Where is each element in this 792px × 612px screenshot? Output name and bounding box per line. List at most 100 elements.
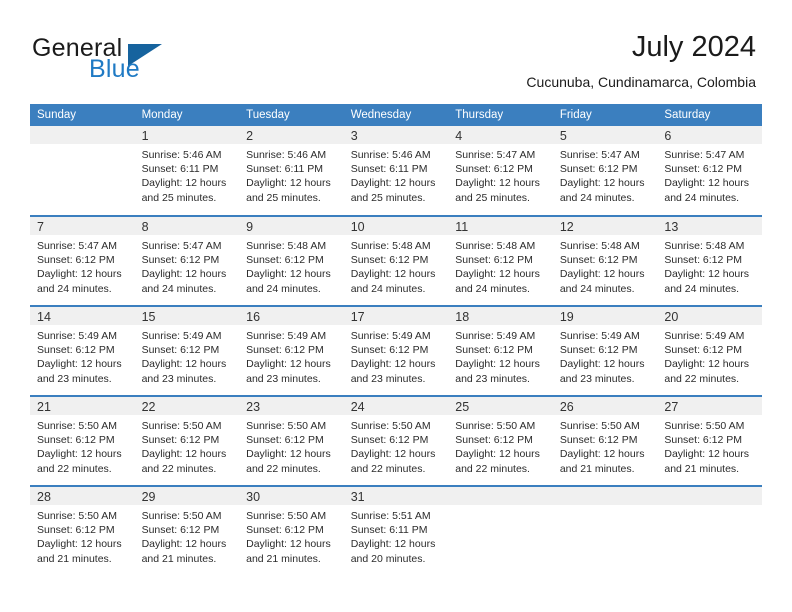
day-number: 1	[141, 129, 149, 143]
daylight-text-cont: and 22 minutes.	[141, 462, 217, 475]
calendar-day-cell[interactable]: 23 Sunrise: 5:50 AM Sunset: 6:12 PM Dayligh…	[239, 395, 344, 486]
daylight-text: Daylight: 12 hours	[664, 177, 750, 190]
sunset-text: Sunset: 6:12 PM	[559, 163, 638, 176]
calendar-day-cell[interactable]: 8 Sunrise: 5:47 AM Sunset: 6:12 PM Daylight…	[134, 215, 240, 306]
day-detail-lines: Sunrise: 5:48 AM Sunset: 6:12 PM Daylight:…	[239, 235, 344, 296]
calendar-day-cell[interactable]: 3 Sunrise: 5:46 AM Sunset: 6:11 PM Daylight…	[343, 126, 449, 216]
daylight-text-cont: and 24 minutes.	[664, 282, 740, 295]
day-detail-lines: Sunrise: 5:46 AM Sunset: 6:11 PM Daylight:…	[135, 144, 240, 205]
sunset-text: Sunset: 6:12 PM	[455, 163, 533, 176]
calendar-body: 1 Sunrise: 5:46 AM Sunset: 6:11 PM Daylight…	[30, 126, 762, 576]
daylight-text-cont: and 23 minutes.	[559, 372, 635, 385]
calendar-day-cell[interactable]: 24 Sunrise: 5:50 AM Sunset: 6:12 PM Dayligh…	[343, 395, 449, 486]
sunrise-text: Sunrise: 5:50 AM	[37, 420, 117, 432]
sunrise-text: Sunrise: 5:49 AM	[246, 330, 327, 342]
calendar-day-cell[interactable]: 21 Sunrise: 5:50 AM Sunset: 6:12 PM Dayligh…	[30, 395, 135, 486]
calendar-day-cell[interactable]: 18 Sunrise: 5:49 AM Sunset: 6:12 PM Dayligh…	[448, 305, 553, 396]
sunset-text: Sunset: 6:11 PM	[141, 163, 219, 176]
calendar-day-cell[interactable]: 7 Sunrise: 5:47 AM Sunset: 6:12 PM Daylight…	[30, 215, 135, 306]
sunset-text: Sunset: 6:12 PM	[559, 434, 638, 447]
day-detail-lines: Sunrise: 5:46 AM Sunset: 6:11 PM Daylight:…	[344, 144, 449, 205]
day-number-band: 30	[239, 487, 344, 505]
sunrise-text: Sunrise: 5:49 AM	[350, 330, 431, 342]
sunrise-text: Sunrise: 5:50 AM	[559, 420, 640, 432]
daylight-text: Daylight: 12 hours	[141, 268, 227, 281]
day-number: 26	[559, 400, 574, 414]
day-number-band: 22	[134, 397, 240, 415]
daylight-text: Daylight: 12 hours	[559, 268, 645, 281]
calendar-day-cell[interactable]: 26 Sunrise: 5:50 AM Sunset: 6:12 PM Dayligh…	[552, 395, 658, 486]
calendar-day-cell[interactable]: 6 Sunrise: 5:47 AM Sunset: 6:12 PM Daylight…	[657, 126, 762, 216]
calendar-day-cell[interactable]: 28 Sunrise: 5:50 AM Sunset: 6:12 PM Dayligh…	[30, 485, 135, 576]
day-detail-lines: Sunrise: 5:47 AM Sunset: 6:12 PM Daylight:…	[30, 235, 135, 296]
day-detail-lines: Sunrise: 5:47 AM Sunset: 6:12 PM Daylight:…	[135, 235, 240, 296]
day-number: 9	[246, 220, 254, 234]
sunrise-text: Sunrise: 5:46 AM	[350, 149, 431, 161]
day-number-band: 10	[343, 217, 449, 235]
weekday-header-row: Sunday Monday Tuesday Wednesday Thursday…	[30, 104, 762, 126]
daylight-text-cont: and 24 minutes.	[350, 282, 426, 295]
calendar-day-cell[interactable]: 29 Sunrise: 5:50 AM Sunset: 6:12 PM Dayligh…	[134, 485, 240, 576]
calendar-day-cell[interactable]: 27 Sunrise: 5:50 AM Sunset: 6:12 PM Dayligh…	[657, 395, 762, 486]
sunset-text: Sunset: 6:12 PM	[350, 434, 429, 447]
calendar-day-cell[interactable]: 10 Sunrise: 5:48 AM Sunset: 6:12 PM Dayligh…	[343, 215, 449, 306]
general-blue-logo[interactable]: General Blue	[32, 34, 262, 86]
calendar-day-cell[interactable]: 22 Sunrise: 5:50 AM Sunset: 6:12 PM Dayligh…	[134, 395, 240, 486]
day-number-band: 28	[30, 487, 135, 505]
calendar-day-cell[interactable]: 4 Sunrise: 5:47 AM Sunset: 6:12 PM Daylight…	[448, 126, 553, 216]
calendar-day-cell[interactable]: 1 Sunrise: 5:46 AM Sunset: 6:11 PM Daylight…	[134, 126, 240, 216]
sunset-text: Sunset: 6:12 PM	[455, 344, 533, 357]
page-title: July 2024	[631, 31, 756, 63]
calendar-day-cell[interactable]: 11 Sunrise: 5:48 AM Sunset: 6:12 PM Dayligh…	[448, 215, 553, 306]
daylight-text-cont: and 20 minutes.	[350, 552, 426, 565]
day-number-band: 21	[30, 397, 135, 415]
calendar-day-cell[interactable]: 25 Sunrise: 5:50 AM Sunset: 6:12 PM Dayligh…	[448, 395, 553, 486]
calendar-day-cell[interactable]: 19 Sunrise: 5:49 AM Sunset: 6:12 PM Dayligh…	[552, 305, 658, 396]
calendar-day-cell[interactable]: 5 Sunrise: 5:47 AM Sunset: 6:12 PM Daylight…	[552, 126, 658, 216]
day-detail-lines: Sunrise: 5:49 AM Sunset: 6:12 PM Daylight:…	[448, 325, 553, 386]
calendar-day-cell[interactable]: 16 Sunrise: 5:49 AM Sunset: 6:12 PM Dayligh…	[239, 305, 344, 396]
day-detail-lines: Sunrise: 5:49 AM Sunset: 6:12 PM Daylight:…	[657, 325, 762, 386]
day-number: 31	[350, 490, 365, 504]
day-number: 28	[37, 490, 51, 504]
calendar-week-row: 1 Sunrise: 5:46 AM Sunset: 6:11 PM Daylight…	[30, 126, 762, 216]
daylight-text: Daylight: 12 hours	[350, 538, 436, 551]
day-detail-lines: Sunrise: 5:48 AM Sunset: 6:12 PM Daylight:…	[553, 235, 658, 296]
daylight-text-cont: and 24 minutes.	[455, 282, 530, 295]
day-detail-lines: Sunrise: 5:48 AM Sunset: 6:12 PM Daylight:…	[657, 235, 762, 296]
day-detail-lines	[448, 505, 553, 509]
calendar-day-cell[interactable]: 20 Sunrise: 5:49 AM Sunset: 6:12 PM Dayligh…	[657, 305, 762, 396]
day-number: 30	[246, 490, 261, 504]
calendar-day-cell[interactable]: 13 Sunrise: 5:48 AM Sunset: 6:12 PM Dayligh…	[657, 215, 762, 306]
day-detail-lines: Sunrise: 5:50 AM Sunset: 6:12 PM Daylight:…	[135, 415, 240, 476]
day-number-band: 19	[552, 307, 658, 325]
sunset-text: Sunset: 6:12 PM	[246, 524, 324, 537]
daylight-text-cont: and 22 minutes.	[350, 462, 426, 475]
daylight-text: Daylight: 12 hours	[350, 177, 436, 190]
calendar-day-cell[interactable]: 12 Sunrise: 5:48 AM Sunset: 6:12 PM Dayligh…	[552, 215, 658, 306]
calendar-day-cell[interactable]: 14 Sunrise: 5:49 AM Sunset: 6:12 PM Dayligh…	[30, 305, 135, 396]
sunset-text: Sunset: 6:11 PM	[246, 163, 323, 176]
logo-text-blue: Blue	[89, 55, 140, 83]
day-number-band: 11	[448, 217, 553, 235]
calendar-day-cell[interactable]: 30 Sunrise: 5:50 AM Sunset: 6:12 PM Dayligh…	[239, 485, 344, 576]
day-number: 22	[141, 400, 156, 414]
daylight-text-cont: and 25 minutes.	[350, 191, 426, 204]
calendar-day-cell[interactable]: 9 Sunrise: 5:48 AM Sunset: 6:12 PM Daylight…	[239, 215, 344, 306]
calendar-week-row: 28 Sunrise: 5:50 AM Sunset: 6:12 PM Dayligh…	[30, 485, 762, 576]
day-number-band: 7	[30, 217, 135, 235]
calendar-day-cell[interactable]: 15 Sunrise: 5:49 AM Sunset: 6:12 PM Dayligh…	[134, 305, 240, 396]
daylight-text-cont: and 21 minutes.	[141, 552, 217, 565]
day-number-band: 26	[552, 397, 658, 415]
calendar-day-cell[interactable]: 2 Sunrise: 5:46 AM Sunset: 6:11 PM Daylight…	[239, 126, 344, 216]
calendar-day-cell[interactable]: 31 Sunrise: 5:51 AM Sunset: 6:11 PM Dayligh…	[343, 485, 449, 576]
page-subtitle: Cucunuba, Cundinamarca, Colombia	[526, 74, 756, 90]
daylight-text-cont: and 25 minutes.	[455, 191, 530, 204]
sunrise-text: Sunrise: 5:48 AM	[246, 240, 327, 252]
day-detail-lines: Sunrise: 5:49 AM Sunset: 6:12 PM Daylight:…	[553, 325, 658, 386]
calendar-day-cell[interactable]: 17 Sunrise: 5:49 AM Sunset: 6:12 PM Dayligh…	[343, 305, 449, 396]
day-number-band: 17	[343, 307, 449, 325]
daylight-text: Daylight: 12 hours	[246, 177, 331, 190]
day-detail-lines: Sunrise: 5:50 AM Sunset: 6:12 PM Daylight:…	[30, 415, 135, 476]
sunrise-text: Sunrise: 5:49 AM	[664, 330, 745, 342]
